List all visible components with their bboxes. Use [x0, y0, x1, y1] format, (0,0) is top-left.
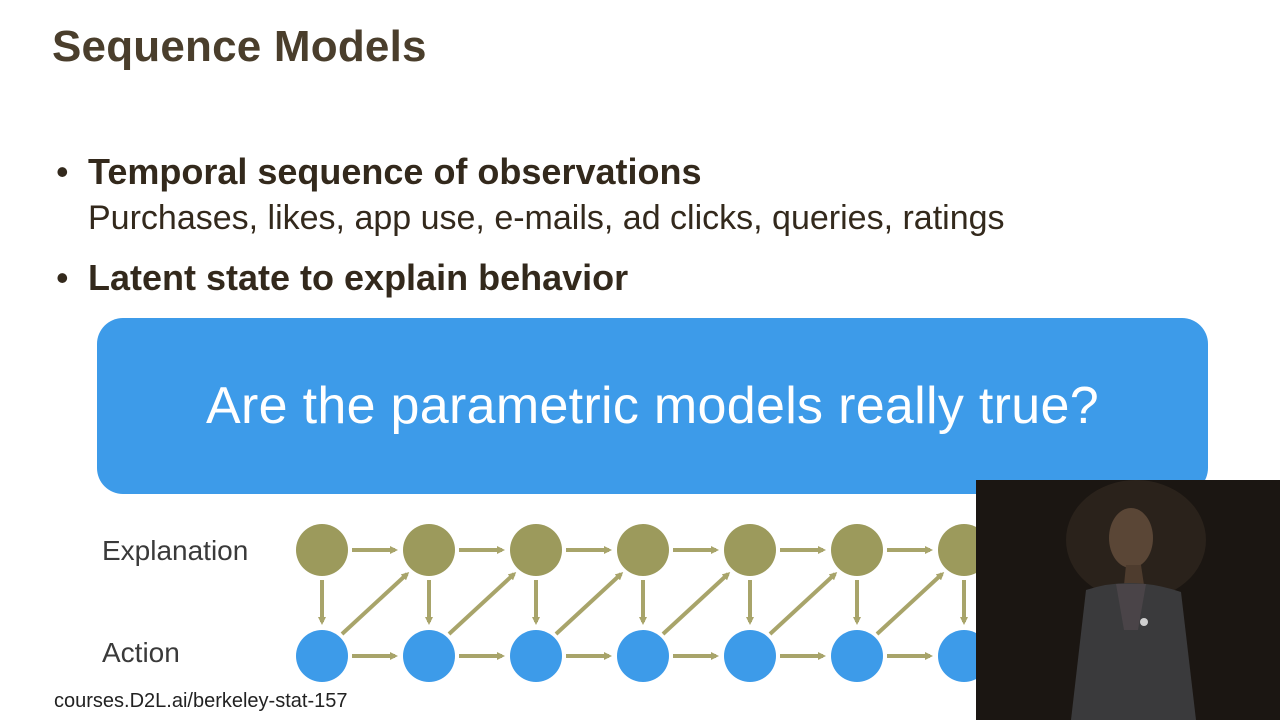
feedback-arrow — [768, 571, 838, 636]
bullet-icon: • — [56, 151, 69, 192]
course-url: courses.D2L.ai/berkeley-stat-157 — [54, 690, 348, 712]
callout-text: Are the parametric models really true? — [206, 377, 1099, 435]
bullet-icon: • — [56, 257, 69, 298]
feedback-arrow — [661, 571, 731, 636]
explanation-node — [724, 524, 776, 576]
explanation-node — [403, 524, 455, 576]
slide: Sequence Models • Temporal sequence of o… — [0, 0, 1280, 720]
action-node — [724, 630, 776, 682]
bullet-item-observations: • Temporal sequence of observations Purc… — [56, 150, 1005, 242]
explanation-node — [617, 524, 669, 576]
explanation-node — [510, 524, 562, 576]
feedback-arrow — [340, 571, 410, 636]
action-node — [403, 630, 455, 682]
feedback-arrow — [875, 571, 945, 636]
bullet-heading: Latent state to explain behavior — [88, 257, 629, 298]
explanation-node — [831, 524, 883, 576]
feedback-arrow — [447, 571, 517, 636]
action-node — [510, 630, 562, 682]
speaker-silhouette — [976, 480, 1280, 720]
speaker-video — [976, 480, 1280, 720]
feedback-arrow — [554, 571, 624, 636]
action-node — [617, 630, 669, 682]
slide-title: Sequence Models — [52, 22, 427, 71]
action-node — [831, 630, 883, 682]
action-node — [296, 630, 348, 682]
bullet-item-latent-state: • Latent state to explain behavior — [56, 256, 628, 300]
bullet-heading: Temporal sequence of observations — [88, 151, 702, 192]
callout-box: Are the parametric models really true? — [97, 318, 1208, 494]
bullet-subtext: Purchases, likes, app use, e-mails, ad c… — [88, 199, 1005, 237]
explanation-node — [296, 524, 348, 576]
